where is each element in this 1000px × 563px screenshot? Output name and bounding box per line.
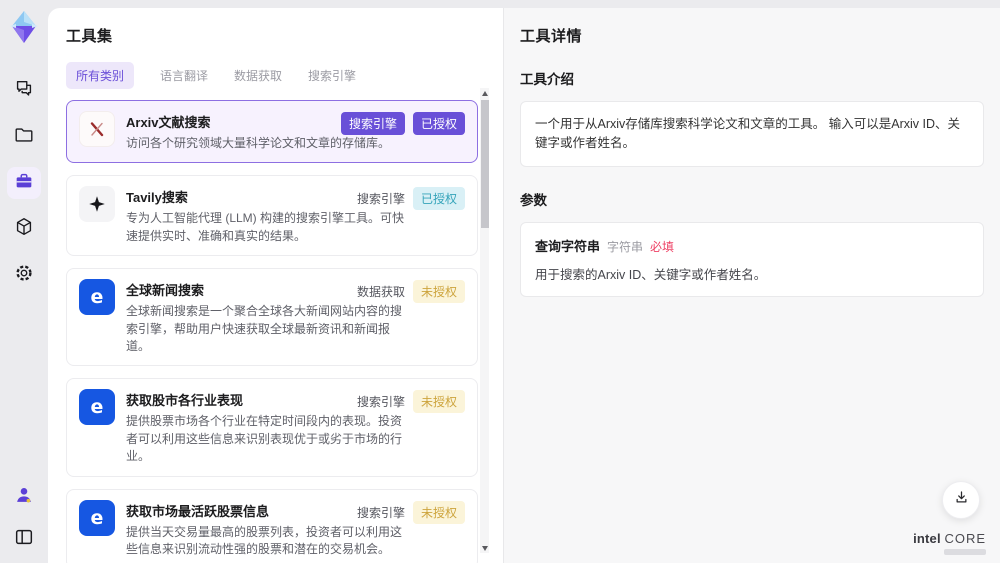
- page-title: 工具集: [66, 28, 113, 45]
- category-label: 数据获取: [356, 285, 405, 300]
- auth-status-badge: 未授权: [412, 390, 465, 414]
- tool-description: 全球新闻搜索是一个聚合全球各大新闻网站内容的搜索引擎，帮助用户快速获取全球最新资…: [126, 304, 403, 353]
- auth-status-badge: 未授权: [412, 280, 465, 304]
- briefcase-icon: [13, 170, 35, 197]
- intro-heading: 工具介绍: [520, 72, 574, 87]
- param-name: 查询字符串: [535, 238, 601, 254]
- chat-icon: [13, 78, 35, 105]
- tool-card-global-news[interactable]: e 全球新闻搜索 全球新闻搜索是一个聚合全球各大新闻网站内容的搜索引擎，帮助用户…: [66, 268, 478, 367]
- detail-title: 工具详情: [520, 28, 583, 45]
- tool-detail-panel: 工具详情 工具介绍 一个用于从Arxiv存储库搜索科学论文和文章的工具。 输入可…: [503, 8, 1000, 563]
- tab-all-categories[interactable]: 所有类别: [66, 62, 135, 89]
- folder-icon: [13, 124, 35, 151]
- main-content: 工具集 所有类别 语言翻译 数据获取 搜索引擎 Arxiv文献搜索 访问各个研究…: [48, 8, 1000, 563]
- tool-list-scrollbar[interactable]: [480, 88, 489, 553]
- app-logo-icon[interactable]: [7, 9, 41, 45]
- param-required-badge: 必填: [650, 239, 675, 254]
- tool-description: 提供当天交易量最高的股票列表，投资者可以利用这些信息来识别流动性强的股票和潜在的…: [126, 524, 403, 556]
- tool-card-tavily[interactable]: Tavily搜索 专为人工智能代理 (LLM) 构建的搜索引擎工具。可快速提供实…: [66, 175, 478, 257]
- category-badge: 搜索引擎: [340, 112, 405, 135]
- sidebar-item-panel-toggle[interactable]: [7, 523, 41, 555]
- panel-layout-icon: [13, 526, 35, 553]
- blue-e-icon: e: [79, 279, 115, 316]
- brand-intel-text: intel: [913, 531, 941, 547]
- sidebar-item-account[interactable]: [7, 481, 41, 513]
- category-label: 搜索引擎: [356, 395, 405, 410]
- scroll-down-icon[interactable]: [480, 543, 489, 553]
- tool-description: 专为人工智能代理 (LLM) 构建的搜索引擎工具。可快速提供实时、准确和真实的结…: [126, 211, 405, 243]
- brand-sub-mark: [944, 549, 986, 555]
- tool-description: 访问各个研究领域大量科学论文和文章的存储库。: [126, 136, 391, 150]
- intel-core-logo: intel CORE: [913, 532, 986, 555]
- param-card: 查询字符串 字符串 必填 用于搜索的Arxiv ID、关键字或作者姓名。: [520, 221, 984, 297]
- sidebar-item-settings[interactable]: [7, 259, 41, 291]
- tool-card-stock-sector[interactable]: e 获取股市各行业表现 提供股票市场各个行业在特定时间段内的表现。投资者可以利用…: [66, 378, 478, 477]
- scrollbar-thumb[interactable]: [480, 100, 489, 228]
- tab-data-acquisition[interactable]: 数据获取: [234, 67, 282, 84]
- category-tabs: 所有类别 语言翻译 数据获取 搜索引擎: [66, 62, 503, 89]
- intro-card: 一个用于从Arxiv存储库搜索科学论文和文章的工具。 输入可以是Arxiv ID…: [520, 101, 984, 167]
- params-heading: 参数: [520, 192, 547, 208]
- auth-status-badge: 已授权: [412, 112, 465, 135]
- sidebar-item-chat[interactable]: [7, 75, 41, 107]
- cube-icon: [13, 216, 35, 243]
- sidebar-item-packages[interactable]: [7, 213, 41, 245]
- tab-search-engine[interactable]: 搜索引擎: [308, 67, 356, 84]
- gear-icon: [13, 262, 35, 289]
- toolset-panel: 工具集 所有类别 语言翻译 数据获取 搜索引擎 Arxiv文献搜索 访问各个研究…: [48, 8, 503, 563]
- auth-status-badge: 未授权: [412, 500, 465, 524]
- sidebar-item-toolset[interactable]: [7, 167, 41, 199]
- scroll-up-icon[interactable]: [480, 88, 489, 98]
- arxiv-x-icon: [79, 111, 115, 147]
- tool-card-arxiv[interactable]: Arxiv文献搜索 访问各个研究领域大量科学论文和文章的存储库。 搜索引擎 已授…: [66, 100, 478, 164]
- category-label: 搜索引擎: [356, 505, 405, 520]
- tool-list: Arxiv文献搜索 访问各个研究领域大量科学论文和文章的存储库。 搜索引擎 已授…: [66, 100, 478, 563]
- brand-core-text: CORE: [944, 531, 986, 547]
- user-icon: [13, 484, 35, 511]
- param-type: 字符串: [607, 239, 644, 254]
- tool-description: 提供股票市场各个行业在特定时间段内的表现。投资者可以利用这些信息来识别表现优于或…: [126, 414, 403, 464]
- download-icon: [952, 488, 971, 512]
- blue-e-icon: e: [79, 389, 115, 426]
- tool-card-active-stocks[interactable]: e 获取市场最活跃股票信息 提供当天交易量最高的股票列表，投资者可以利用这些信息…: [66, 488, 478, 563]
- blue-e-icon: e: [79, 499, 115, 536]
- left-rail: [0, 0, 48, 563]
- param-description: 用于搜索的Arxiv ID、关键字或作者姓名。: [535, 267, 767, 282]
- category-label: 搜索引擎: [356, 192, 405, 207]
- auth-status-badge: 已授权: [412, 187, 465, 211]
- download-button[interactable]: [942, 481, 980, 519]
- sparkle-star-icon: [79, 186, 115, 223]
- tab-language-translation[interactable]: 语言翻译: [160, 67, 208, 84]
- sidebar-item-files[interactable]: [7, 121, 41, 153]
- intro-text: 一个用于从Arxiv存储库搜索科学论文和文章的工具。 输入可以是Arxiv ID…: [535, 117, 961, 150]
